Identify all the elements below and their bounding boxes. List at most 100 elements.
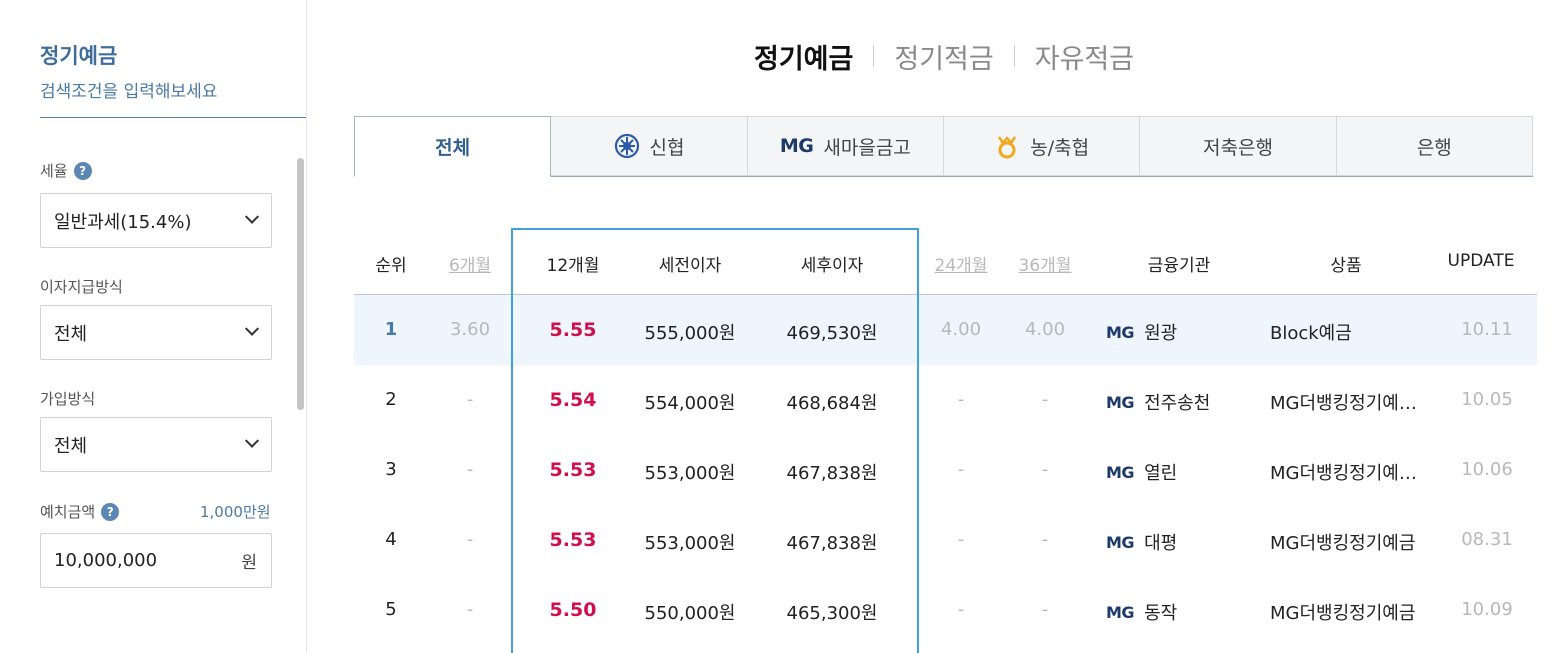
tab-all[interactable]: 전체 [354, 116, 552, 177]
table-row[interactable]: 5 - 5.50 550,000원 465,300원 - - MG 동작 MG더… [354, 575, 1537, 645]
cell-24-month: - [957, 599, 965, 620]
rate-table: 순위 6개월 12개월 세전이자 세후이자 24개월 36개월 금융기관 상품 … [354, 228, 1537, 645]
tab-saemaeul[interactable]: MG 새마을금고 [747, 116, 944, 176]
header-24-month[interactable]: 24개월 [935, 251, 988, 276]
cell-update: 10.11 [1461, 319, 1513, 340]
table-row[interactable]: 4 - 5.53 553,000원 467,838원 - - MG 대평 MG더… [354, 505, 1537, 575]
table-row[interactable]: 1 3.60 5.55 555,000원 469,530원 4.00 4.00 … [354, 295, 1537, 365]
sidebar-subtitle: 검색조건을 입력해보세요 [40, 82, 218, 102]
tab-savings-bank[interactable]: 저축은행 [1140, 116, 1337, 176]
cell-pre-tax: 550,000원 [644, 603, 736, 624]
chevron-down-icon [244, 209, 260, 224]
cell-update: 10.06 [1461, 459, 1513, 480]
cell-6-month: - [466, 529, 474, 550]
mg-logo: MG [1106, 322, 1135, 342]
header-product: 상품 [1330, 256, 1362, 276]
interest-method-select[interactable]: 전체 [40, 305, 272, 360]
mg-logo: MG [779, 135, 814, 157]
cell-rank: 4 [385, 529, 397, 550]
sidebar-scrollbar[interactable] [297, 158, 304, 410]
cell-12-month-rate: 5.55 [549, 319, 597, 341]
question-icon[interactable]: ? [101, 502, 120, 521]
cell-product[interactable]: MG더뱅킹정기예금 [1270, 599, 1415, 625]
cell-36-month: - [1041, 599, 1049, 620]
cell-24-month: 4.00 [940, 319, 982, 340]
cell-institution: MG 열린 [1106, 459, 1177, 485]
tab-free-savings[interactable]: 자유적금 [1035, 37, 1134, 76]
cell-post-tax: 467,838원 [786, 463, 878, 484]
tab-fixed-deposit[interactable]: 정기예금 [754, 37, 853, 76]
interest-label: 이자지급방식 [40, 278, 123, 296]
mg-logo: MG [1106, 392, 1135, 412]
mg-logo: MG [1106, 602, 1135, 622]
header-6-month[interactable]: 6개월 [449, 251, 491, 276]
cell-update: 10.05 [1461, 389, 1513, 410]
cell-24-month: - [957, 459, 965, 480]
cell-12-month-rate: 5.53 [549, 529, 597, 551]
cell-update: 08.31 [1461, 529, 1513, 550]
cell-6-month: 3.60 [449, 319, 491, 340]
deposit-label-text: 예치금액 [40, 503, 96, 521]
institution-category-tabs: 전체 신협 MG 새마을금고 농/축협 저축은행 은행 [354, 116, 1533, 177]
search-sidebar: 정기예금 검색조건을 입력해보세요 세율 ? 일반과세(15.4%) 이자지급방… [0, 0, 307, 653]
tab-separator [1013, 45, 1015, 67]
header-pre-tax: 세전이자 [658, 256, 722, 276]
deposit-amount-input[interactable]: 10,000,000 원 [40, 533, 272, 588]
nonghyup-logo-icon [994, 133, 1020, 159]
table-row[interactable]: 2 - 5.54 554,000원 468,684원 - - MG 전주송천 M… [354, 365, 1537, 435]
institution-name: 열린 [1144, 463, 1178, 484]
tax-select[interactable]: 일반과세(15.4%) [40, 193, 272, 248]
cell-product[interactable]: MG더뱅킹정기예… [1270, 459, 1417, 485]
cell-6-month: - [466, 389, 474, 410]
tab-bank[interactable]: 은행 [1336, 116, 1533, 176]
cell-post-tax: 465,300원 [786, 603, 878, 624]
tab-shinhyup[interactable]: 신협 [551, 116, 748, 176]
cell-institution: MG 원광 [1106, 319, 1177, 345]
tax-select-value: 일반과세(15.4%) [54, 211, 192, 233]
tab-bank-label: 은행 [1416, 136, 1452, 159]
header-rank: 순위 [375, 256, 407, 276]
tab-nonghyup[interactable]: 농/축협 [943, 116, 1141, 176]
header-update: UPDATE [1447, 251, 1515, 271]
tab-separator [873, 45, 875, 67]
shinhyup-logo-icon [614, 133, 640, 159]
cell-pre-tax: 553,000원 [644, 463, 736, 484]
cell-36-month: - [1041, 529, 1049, 550]
cell-12-month-rate: 5.54 [549, 389, 597, 411]
tab-nonghyup-label: 농/축협 [1030, 136, 1090, 159]
institution-name: 원광 [1144, 323, 1178, 344]
chevron-down-icon [244, 433, 260, 448]
header-12-month[interactable]: 12개월 [547, 251, 600, 276]
sidebar-divider [40, 117, 306, 118]
table-row[interactable]: 3 - 5.53 553,000원 467,838원 - - MG 열린 MG더… [354, 435, 1537, 505]
cell-institution: MG 대평 [1106, 529, 1177, 555]
sidebar-title: 정기예금 [40, 44, 118, 68]
cell-pre-tax: 553,000원 [644, 533, 736, 554]
tab-savings-bank-label: 저축은행 [1203, 136, 1273, 159]
join-method-select[interactable]: 전체 [40, 417, 272, 472]
interest-method-value: 전체 [54, 323, 88, 345]
cell-6-month: - [466, 459, 474, 480]
header-36-month[interactable]: 36개월 [1019, 251, 1072, 276]
tab-installment-savings[interactable]: 정기적금 [894, 37, 993, 76]
cell-institution: MG 동작 [1106, 599, 1177, 625]
institution-name: 동작 [1144, 603, 1178, 624]
cell-36-month: 4.00 [1024, 319, 1066, 340]
question-icon[interactable]: ? [73, 161, 92, 180]
cell-rank: 1 [384, 319, 398, 340]
deposit-unit: 원 [241, 553, 257, 573]
tab-shinhyup-label: 신협 [649, 136, 685, 159]
join-method-value: 전체 [54, 435, 88, 457]
cell-24-month: - [957, 529, 965, 550]
deposit-amount-display: 1,000만원 [200, 503, 271, 521]
cell-36-month: - [1041, 389, 1049, 410]
mg-logo: MG [1106, 532, 1135, 552]
tab-all-label: 전체 [435, 137, 471, 159]
cell-product[interactable]: MG더뱅킹정기예금 [1270, 529, 1415, 555]
cell-product[interactable]: Block예금 [1270, 319, 1352, 345]
cell-6-month: - [466, 599, 474, 620]
cell-product[interactable]: MG더뱅킹정기예… [1270, 389, 1417, 415]
cell-24-month: - [957, 389, 965, 410]
cell-rank: 3 [385, 459, 397, 480]
deposit-label: 예치금액 ? [40, 501, 120, 522]
